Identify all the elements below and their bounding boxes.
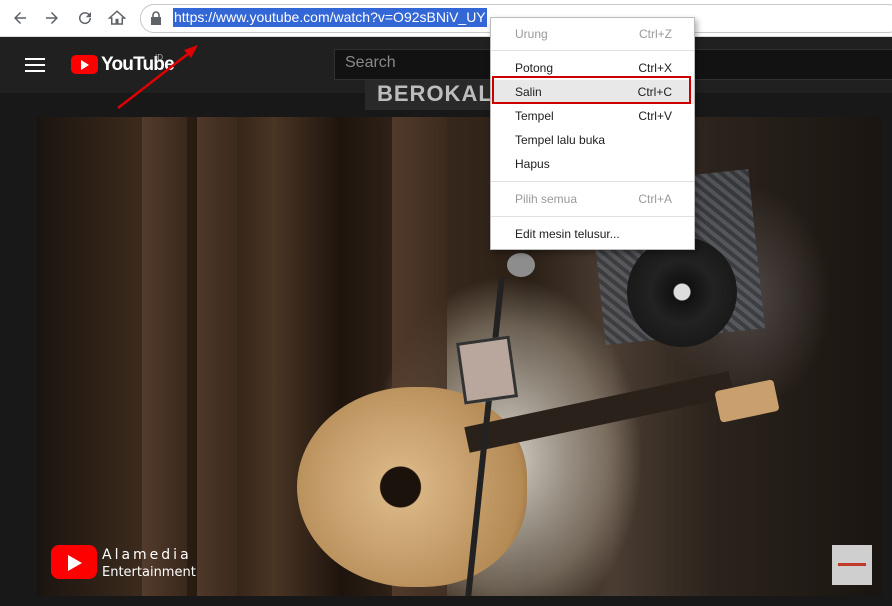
vinyl-record <box>627 237 737 347</box>
brand-sub: Entertainment <box>102 565 196 580</box>
site-watermark: BEROKAL <box>377 81 493 106</box>
channel-watermark-icon[interactable] <box>832 545 872 585</box>
menu-item-label: Pilih semua <box>515 192 578 206</box>
microphone <box>507 253 535 277</box>
menu-icon[interactable] <box>25 58 45 72</box>
url-text[interactable]: https://www.youtube.com/watch?v=O92sBNiV… <box>173 8 487 27</box>
menu-item-label: Tempel <box>515 109 554 123</box>
brand-name: Alamedia <box>102 547 192 563</box>
home-icon[interactable] <box>106 7 128 29</box>
menu-item-edit-mesin-telusur[interactable]: Edit mesin telusur... <box>491 222 694 246</box>
guitar-body <box>297 387 527 587</box>
menu-item-urung: Urung Ctrl+Z <box>491 22 694 46</box>
wood-plank <box>197 117 237 596</box>
menu-item-tempel[interactable]: Tempel Ctrl+V <box>491 104 694 128</box>
lock-icon <box>151 11 161 25</box>
menu-item-label: Hapus <box>515 157 550 171</box>
menu-item-tempel-lalu-buka[interactable]: Tempel lalu buka <box>491 128 694 152</box>
phone-on-stand <box>455 335 519 405</box>
menu-separator <box>491 181 694 182</box>
menu-item-label: Tempel lalu buka <box>515 133 606 147</box>
wood-plank <box>142 117 187 596</box>
menu-item-shortcut: Ctrl+A <box>638 192 672 206</box>
menu-item-shortcut: Ctrl+V <box>638 109 672 123</box>
menu-item-label: Edit mesin telusur... <box>515 227 620 241</box>
youtube-logo[interactable]: YouTube ID <box>71 53 181 76</box>
back-icon[interactable] <box>9 7 31 29</box>
menu-separator <box>491 216 694 217</box>
menu-item-label: Urung <box>515 27 548 41</box>
country-code: ID <box>155 53 163 62</box>
menu-item-hapus[interactable]: Hapus <box>491 152 694 176</box>
menu-item-shortcut: Ctrl+Z <box>639 27 672 41</box>
video-player[interactable]: Alamedia Entertainment <box>37 117 882 596</box>
forward-icon[interactable] <box>41 7 63 29</box>
highlight-box <box>492 76 691 104</box>
play-icon <box>51 545 97 579</box>
menu-item-pilih-semua: Pilih semua Ctrl+A <box>491 187 694 211</box>
reload-icon[interactable] <box>74 7 96 29</box>
browser-toolbar: https://www.youtube.com/watch?v=O92sBNiV… <box>0 0 892 37</box>
channel-branding: Alamedia Entertainment <box>51 545 201 585</box>
youtube-play-icon <box>71 55 98 74</box>
context-menu: Urung Ctrl+Z Potong Ctrl+X Salin Ctrl+C … <box>490 17 695 250</box>
menu-separator <box>491 50 694 51</box>
